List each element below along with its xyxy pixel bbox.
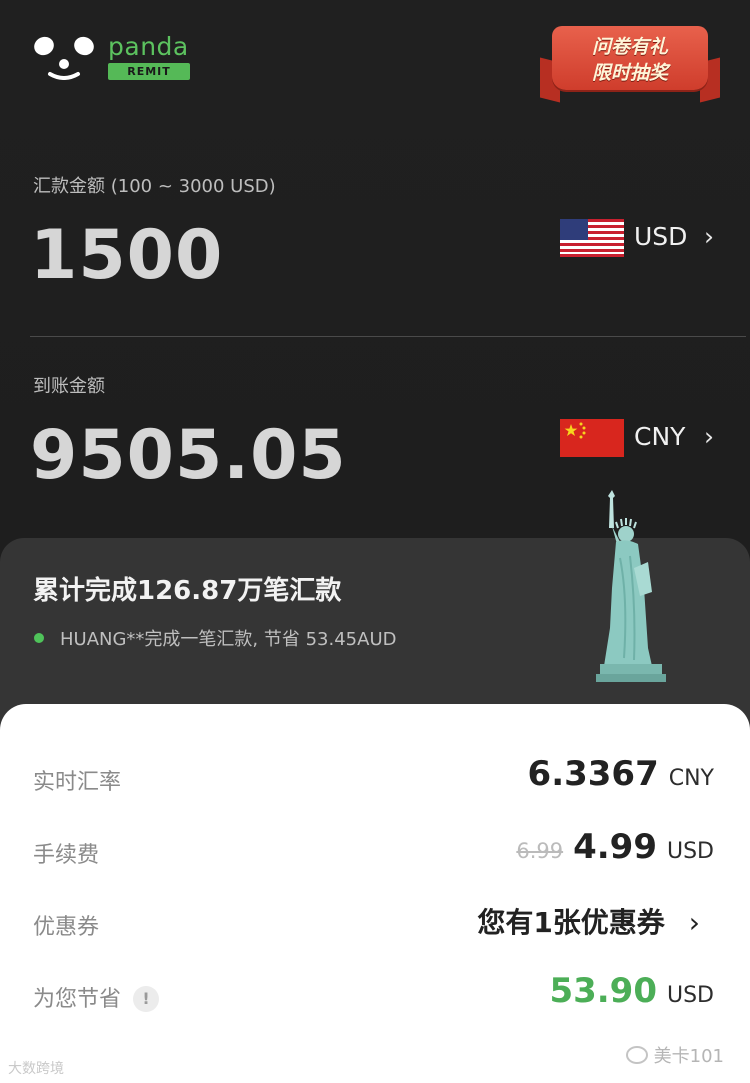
transfer-details-sheet: 实时汇率 6.3367 CNY 手续费 6.99 4.99 USD 优惠券 您有… <box>0 704 750 1083</box>
fee-original-value: 6.99 <box>516 839 564 863</box>
send-amount-label: 汇款金额 (100 ~ 3000 USD) <box>33 176 276 197</box>
savings-label: 为您节省 <box>33 987 122 1012</box>
exchange-rate-value: 6.3367 <box>527 754 659 794</box>
remit-calculator-screen: panda REMIT 问卷有礼 限时抽奖 汇款金额 (100 ~ 3000 U… <box>0 0 750 1083</box>
promo-line-2: 限时抽奖 <box>591 62 668 84</box>
exchange-rate-row: 6.3367 CNY <box>528 754 714 794</box>
receive-amount-value[interactable]: 9505.05 <box>30 416 347 495</box>
fee-unit: USD <box>666 839 714 864</box>
send-amount-input[interactable]: 1500 <box>30 216 223 295</box>
survey-promo-banner[interactable]: 问卷有礼 限时抽奖 <box>538 20 722 104</box>
panda-remit-logo: panda REMIT <box>30 32 200 82</box>
promo-line-1: 问卷有礼 <box>591 36 668 58</box>
coupon-selector[interactable]: 您有1张优惠券 › <box>477 901 700 941</box>
receive-amount-label: 到账金额 <box>33 376 105 397</box>
send-currency-code: USD <box>634 222 688 251</box>
receive-currency-selector[interactable]: CNY › <box>558 419 728 459</box>
chevron-right-icon: › <box>704 422 714 451</box>
coupon-label: 优惠券 <box>33 915 100 940</box>
fee-label: 手续费 <box>33 843 100 868</box>
cn-flag-icon <box>560 419 624 457</box>
statue-of-liberty-icon <box>596 490 666 682</box>
wechat-icon <box>625 1046 648 1064</box>
section-divider <box>30 336 746 337</box>
live-indicator-icon <box>34 633 44 643</box>
watermark-left: 大数跨境 <box>8 1061 64 1077</box>
coupon-available-text: 您有1张优惠券 <box>477 906 665 939</box>
panda-logo-icon <box>34 36 94 80</box>
chevron-right-icon: › <box>704 222 714 251</box>
brand-tag: REMIT <box>108 63 190 80</box>
chevron-right-icon: › <box>688 906 700 939</box>
savings-unit: USD <box>666 983 714 1008</box>
info-icon[interactable]: ! <box>133 986 160 1012</box>
fee-row: 6.99 4.99 USD <box>516 827 714 867</box>
savings-row-label: 为您节省! <box>33 981 160 1013</box>
fee-discounted-value: 4.99 <box>573 827 657 867</box>
exchange-rate-unit: CNY <box>668 766 714 791</box>
receive-currency-code: CNY <box>634 422 686 451</box>
savings-row: 53.90 USD <box>549 971 714 1011</box>
exchange-rate-label: 实时汇率 <box>33 770 122 795</box>
watermark-right: 美卡101 <box>625 1042 724 1068</box>
send-currency-selector[interactable]: USD › <box>558 219 728 259</box>
watermark-right-text: 美卡101 <box>653 1046 724 1067</box>
us-flag-icon <box>560 219 624 257</box>
brand-name: panda <box>108 32 189 61</box>
total-transfers-title: 累计完成126.87万笔汇款 <box>33 576 342 606</box>
live-transfer-feed: HUANG**完成一笔汇款, 节省 53.45AUD <box>60 629 397 650</box>
savings-value: 53.90 <box>549 971 657 1011</box>
